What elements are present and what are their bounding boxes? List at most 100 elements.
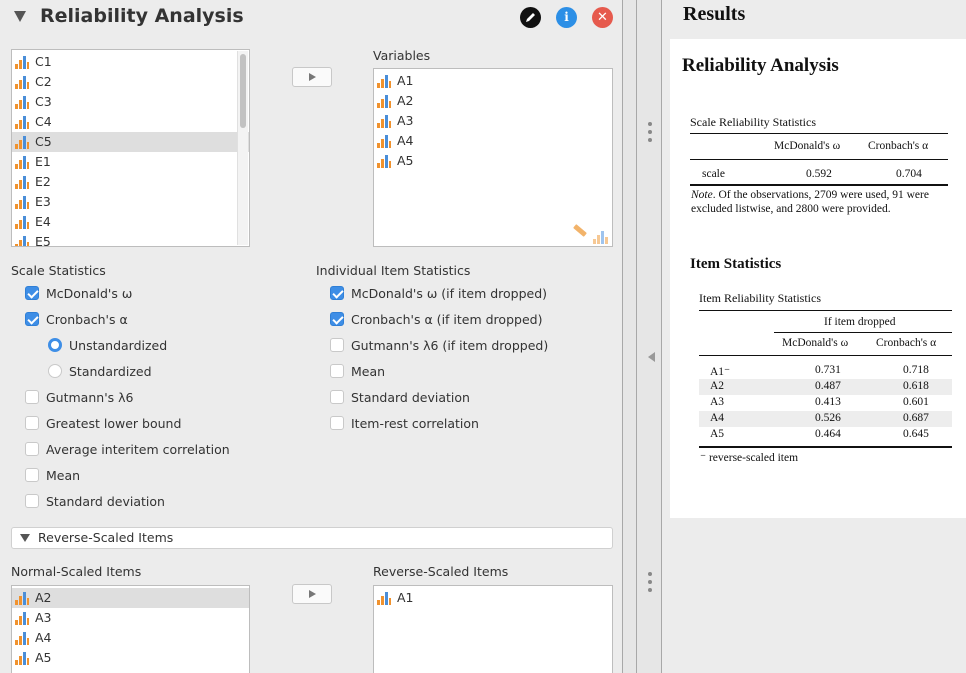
scale-alpha-value: 0.704 [896, 168, 922, 180]
list-item[interactable]: E4 [12, 212, 249, 232]
list-item[interactable]: A1 [374, 588, 612, 608]
reverse-scaled-items-section[interactable]: Reverse-Scaled Items [11, 527, 613, 549]
checkbox[interactable] [330, 312, 344, 326]
move-to-variables-button[interactable] [292, 67, 332, 87]
list-item[interactable]: C4 [12, 112, 249, 132]
col-header-omega: McDonald's ω [774, 140, 841, 152]
continuous-variable-icon [15, 115, 29, 129]
scale-table-note: Note. Of the observations, 2709 were use… [691, 189, 929, 215]
scale-sd-option[interactable]: Standard deviation [25, 492, 165, 510]
results-header: Results [683, 3, 746, 25]
list-item[interactable]: A2 [12, 588, 249, 608]
table-rule [699, 355, 952, 356]
standardized-option[interactable]: Standardized [48, 362, 152, 380]
checkbox[interactable] [330, 416, 344, 430]
continuous-variable-icon [15, 611, 29, 625]
list-item[interactable]: C2 [12, 72, 249, 92]
list-item[interactable]: A4 [374, 131, 612, 151]
checkbox[interactable] [25, 416, 39, 430]
item-rest-corr-option[interactable]: Item-rest correlation [330, 414, 479, 432]
continuous-variable-icon [15, 75, 29, 89]
reverse-scaled-list[interactable]: A1 [373, 585, 613, 673]
item-cronbach-option[interactable]: Cronbach's α (if item dropped) [330, 310, 542, 328]
list-item[interactable]: A3 [12, 608, 249, 628]
results-page: Reliability Analysis Scale Reliability S… [670, 39, 966, 518]
checkbox[interactable] [330, 364, 344, 378]
avg-interitem-corr-option[interactable]: Average interitem correlation [25, 440, 230, 458]
variables-list[interactable]: A1 A2 A3 A4 A5 [373, 68, 613, 247]
drag-handle-icon[interactable] [648, 122, 652, 146]
list-item-label: C4 [35, 114, 52, 129]
mcdonald-omega-option[interactable]: McDonald's ω [25, 284, 132, 302]
checkbox[interactable] [25, 286, 39, 300]
glb-option[interactable]: Greatest lower bound [25, 414, 181, 432]
item-gutmann-option[interactable]: Gutmann's λ6 (if item dropped) [330, 336, 548, 354]
variables-items: A1 A2 A3 A4 A5 [374, 69, 612, 171]
item-table-caption: Item Reliability Statistics [699, 291, 821, 305]
results-title: Reliability Analysis [682, 55, 839, 76]
table-rule [699, 310, 952, 311]
scroll-thumb[interactable] [240, 54, 246, 128]
continuous-variable-icon [15, 215, 29, 229]
continuous-variable-icon [377, 154, 391, 168]
checkbox[interactable] [330, 338, 344, 352]
checkbox[interactable] [25, 468, 39, 482]
collapse-results-icon[interactable] [648, 352, 655, 362]
radio[interactable] [48, 364, 62, 378]
normal-scaled-items: A2 A3 A4 A5 [12, 586, 249, 668]
checkbox[interactable] [25, 442, 39, 456]
item-omega-value: 0.413 [815, 396, 841, 408]
list-item[interactable]: A1 [374, 71, 612, 91]
list-item-label: A3 [35, 610, 52, 625]
list-item[interactable]: A5 [374, 151, 612, 171]
checkbox[interactable] [25, 494, 39, 508]
list-item[interactable]: A4 [12, 628, 249, 648]
move-to-reverse-button[interactable] [292, 584, 332, 604]
radio[interactable] [48, 338, 62, 352]
gutmann-option[interactable]: Gutmann's λ6 [25, 388, 133, 406]
list-item[interactable]: C1 [12, 52, 249, 72]
collapse-section-icon[interactable] [20, 534, 30, 542]
item-table-footnote: ⁻ reverse-scaled item [700, 452, 799, 464]
item-label: A3 [710, 396, 725, 408]
scale-statistics-label: Scale Statistics [11, 263, 106, 278]
unstandardized-option[interactable]: Unstandardized [48, 336, 167, 354]
continuous-variable-icon [15, 135, 29, 149]
list-item[interactable]: A2 [374, 91, 612, 111]
info-button[interactable]: i [556, 7, 577, 28]
normal-scaled-list[interactable]: A2 A3 A4 A5 [11, 585, 250, 673]
item-mean-option[interactable]: Mean [330, 362, 385, 380]
checkbox[interactable] [25, 390, 39, 404]
scale-mean-option[interactable]: Mean [25, 466, 80, 484]
edit-title-button[interactable] [520, 7, 541, 28]
drag-handle-icon[interactable] [648, 572, 652, 596]
cronbach-alpha-option[interactable]: Cronbach's α [25, 310, 128, 328]
close-button[interactable]: ✕ [592, 7, 613, 28]
list-item[interactable]: A5 [12, 648, 249, 668]
list-item-label: E1 [35, 154, 51, 169]
item-label: A2 [710, 380, 725, 392]
item-sd-option[interactable]: Standard deviation [330, 388, 470, 406]
checkbox[interactable] [330, 390, 344, 404]
checkbox[interactable] [330, 286, 344, 300]
list-item[interactable]: A3 [374, 111, 612, 131]
item-col-omega: McDonald's ω [782, 337, 849, 349]
item-mcdonald-option[interactable]: McDonald's ω (if item dropped) [330, 284, 547, 302]
list-item[interactable]: C5 [12, 132, 249, 152]
continuous-variable-icon [377, 94, 391, 108]
list-item[interactable]: E5 [12, 232, 249, 246]
available-variables-scrollbar[interactable] [237, 51, 248, 245]
panel-splitter[interactable] [622, 0, 662, 673]
list-item-label: A1 [397, 73, 414, 88]
available-variables-list[interactable]: C1 C2 C3 C4 C5 E1 E2 E3 E4 E5 [11, 49, 250, 247]
list-item[interactable]: E3 [12, 192, 249, 212]
list-item[interactable]: E2 [12, 172, 249, 192]
continuous-variable-icon [377, 74, 391, 88]
list-item[interactable]: E1 [12, 152, 249, 172]
item-label: A1⁻ [710, 366, 731, 378]
close-icon: ✕ [597, 10, 608, 25]
list-item[interactable]: C3 [12, 92, 249, 112]
collapse-analysis-icon[interactable] [14, 11, 26, 22]
continuous-variable-icon [15, 155, 29, 169]
checkbox[interactable] [25, 312, 39, 326]
